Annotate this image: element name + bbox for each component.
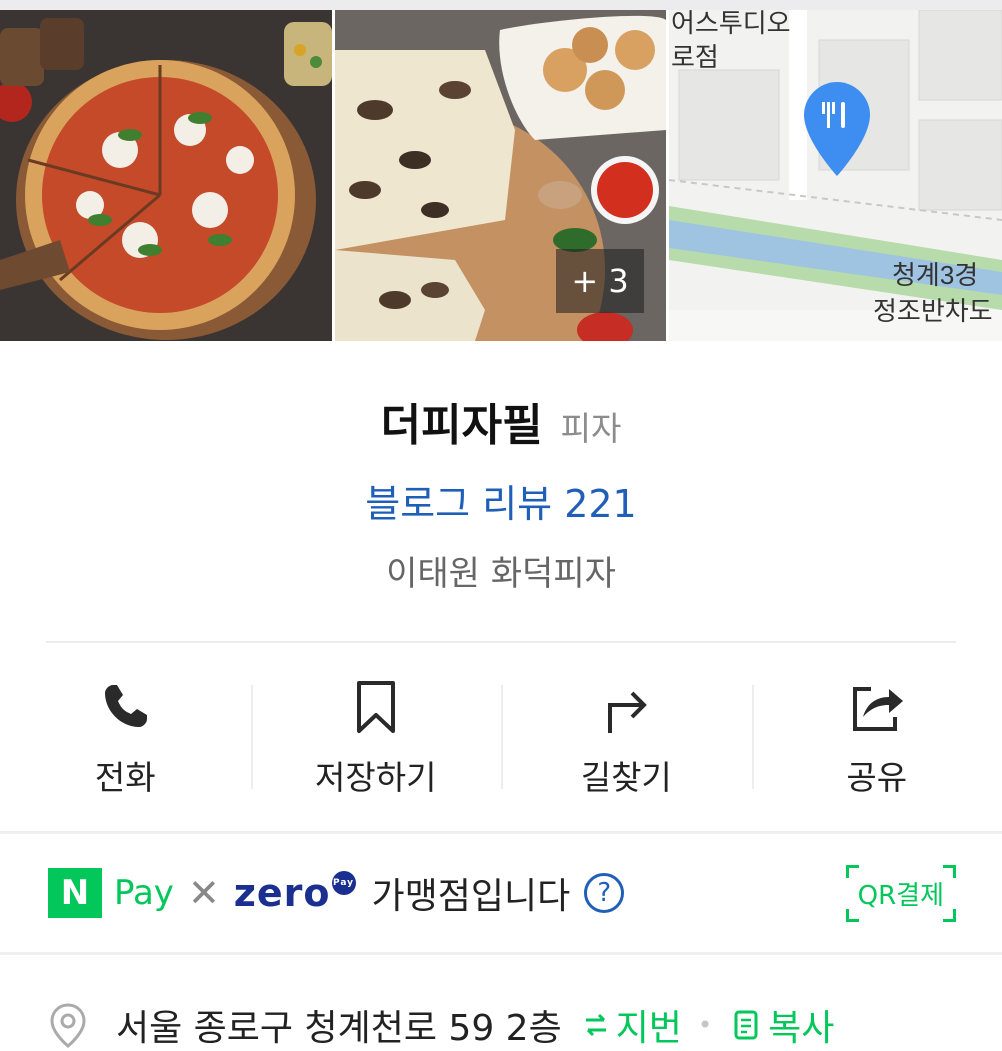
- more-photos-badge[interactable]: + 3: [556, 249, 644, 313]
- qr-corner: [943, 865, 956, 878]
- map-thumbnail[interactable]: 어스투디오 로점 청계3경 정조반차도: [669, 10, 1002, 341]
- save-label: 저장하기: [315, 751, 436, 799]
- place-category: 피자: [561, 402, 622, 450]
- help-icon[interactable]: ?: [584, 873, 624, 913]
- npay-text: Pay: [114, 873, 174, 913]
- title-row: 더피자필 피자: [0, 389, 1002, 453]
- blog-review-link[interactable]: 블로그 리뷰 221: [0, 473, 1002, 528]
- photo-strip[interactable]: + 3 어스투디오 로점 청계3경 정조반차도: [0, 10, 1002, 341]
- share-label: 공유: [846, 751, 907, 799]
- zeropay-text: zero: [234, 871, 331, 915]
- separator-dot: •: [698, 1011, 712, 1039]
- share-icon: [849, 679, 905, 735]
- address-row: 서울 종로구 청계천로 59 2층 지번 • 복사: [0, 955, 1002, 1051]
- copy-icon: [732, 1009, 762, 1041]
- map-image: 어스투디오 로점 청계3경 정조반차도: [669, 10, 1002, 341]
- place-description: 이태원 화덕피자: [0, 546, 1002, 595]
- location-pin-icon: [48, 1002, 88, 1048]
- directions-button[interactable]: 길찾기: [501, 643, 752, 831]
- zeropay-badge: Pay: [332, 871, 356, 895]
- npay-logo: N: [48, 868, 102, 918]
- place-name: 더피자필: [381, 389, 543, 453]
- jibun-label: 지번: [616, 999, 682, 1051]
- merchant-message: 가맹점입니다: [372, 867, 571, 919]
- call-button[interactable]: 전화: [0, 643, 251, 831]
- swap-icon: [582, 1011, 610, 1039]
- times-icon: ✕: [188, 871, 220, 915]
- map-label: 로점: [671, 42, 719, 72]
- bookmark-icon: [348, 679, 404, 735]
- map-label: 청계3경: [892, 260, 978, 290]
- map-label: 어스투디오: [671, 10, 791, 38]
- share-button[interactable]: 공유: [752, 643, 1002, 831]
- copy-address-button[interactable]: 복사: [732, 999, 834, 1051]
- call-label: 전화: [95, 751, 156, 799]
- phone-icon: [97, 679, 153, 735]
- qr-payment-label: QR결제: [858, 881, 944, 911]
- status-bar-strip: [0, 0, 1002, 10]
- place-summary: 더피자필 피자 블로그 리뷰 221 이태원 화덕피자: [0, 341, 1002, 595]
- photo-margherita-pizza[interactable]: [0, 10, 332, 341]
- qr-payment-button[interactable]: QR결제: [846, 865, 956, 922]
- directions-label: 길찾기: [581, 751, 672, 799]
- qr-corner: [943, 909, 956, 922]
- address-text: 서울 종로구 청계천로 59 2층: [116, 999, 562, 1051]
- zeropay-logo: zeroPay: [234, 871, 356, 915]
- payment-row: N Pay ✕ zeroPay 가맹점입니다 ? QR결제: [0, 834, 1002, 952]
- directions-icon: [598, 679, 654, 735]
- photo-mushroom-pizza[interactable]: + 3: [335, 10, 666, 341]
- save-button[interactable]: 저장하기: [251, 643, 502, 831]
- map-label: 정조반차도: [873, 296, 993, 326]
- copy-label: 복사: [768, 999, 834, 1051]
- action-bar: 전화 저장하기 길찾기 공유: [0, 643, 1002, 831]
- pizza-image: [0, 10, 332, 341]
- qr-corner: [846, 865, 859, 878]
- qr-corner: [846, 909, 859, 922]
- jibun-toggle[interactable]: 지번: [582, 999, 682, 1051]
